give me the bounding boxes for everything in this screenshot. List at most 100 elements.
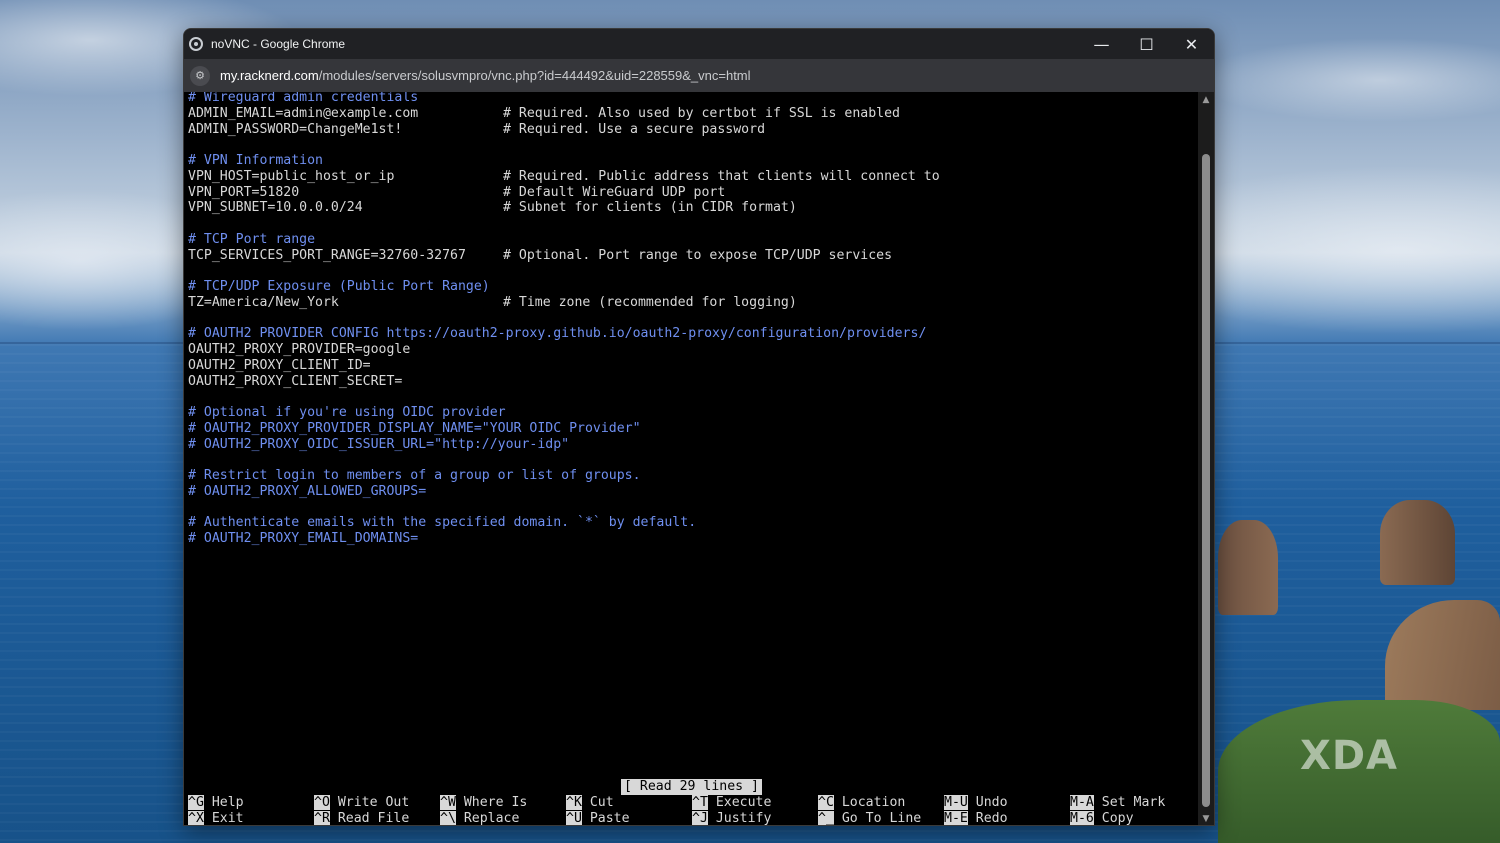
- shortcut-label: Replace: [455, 811, 520, 826]
- shortcut-write-out[interactable]: ^O Write Out: [314, 795, 409, 811]
- minimize-button[interactable]: —: [1079, 29, 1124, 59]
- shortcut-label: Copy: [1093, 811, 1134, 826]
- config-line: TCP_SERVICES_PORT_RANGE=32760-32767 # Opt…: [188, 248, 1188, 264]
- shortcut-exit[interactable]: ^X Exit: [188, 811, 244, 826]
- shortcut-key: M-6: [1070, 811, 1094, 826]
- shortcut-row: ^X Exit ^R Read File ^\ Replace ^U Paste ^J …: [188, 811, 1198, 826]
- config-line: ADMIN_PASSWORD=ChangeMe1st! # Required. U…: [188, 122, 1188, 138]
- window-controls: — ☐ ✕: [1079, 29, 1214, 59]
- config-comment-line: # TCP Port range: [188, 231, 316, 247]
- url-text[interactable]: my.racknerd.com/modules/servers/solusvmp…: [220, 68, 751, 83]
- shortcut-key: ^W: [440, 795, 456, 810]
- config-line: OAUTH2_PROXY_CLIENT_ID=: [188, 357, 371, 373]
- scroll-up-icon[interactable]: ▲: [1201, 95, 1211, 105]
- shortcut-redo[interactable]: M-E Redo: [944, 811, 1008, 826]
- shortcut-replace[interactable]: ^\ Replace: [440, 811, 520, 826]
- shortcut-key: M-A: [1070, 795, 1094, 810]
- shortcut-go-to-line[interactable]: ^_ Go To Line: [818, 811, 922, 826]
- config-key-value: VPN_HOST=public_host_or_ip: [188, 168, 395, 184]
- shortcut-where-is[interactable]: ^W Where Is: [440, 795, 527, 811]
- config-inline-comment: # Optional. Port range to expose TCP/UDP…: [503, 247, 893, 263]
- shortcut-label: Cut: [581, 795, 614, 810]
- shortcut-label: Location: [833, 795, 906, 810]
- config-line: VPN_PORT=51820 # Default WireGuard UDP po…: [188, 185, 1188, 201]
- shortcut-label: Go To Line: [833, 811, 922, 826]
- config-inline-comment: # Subnet for clients (in CIDR format): [503, 200, 797, 216]
- shortcut-label: Set Mark: [1093, 795, 1166, 810]
- shortcut-key: ^_: [818, 811, 834, 826]
- config-key-value: VPN_PORT=51820: [188, 184, 300, 200]
- shortcut-row: ^G Help ^O Write Out ^W Where Is ^K Cut ^T E…: [188, 795, 1198, 811]
- shortcut-key: M-U: [944, 795, 968, 810]
- shortcut-key: ^\: [440, 811, 456, 826]
- shortcut-label: Help: [203, 795, 244, 810]
- shortcut-set-mark[interactable]: M-A Set Mark: [1070, 795, 1165, 811]
- config-line: VPN_HOST=public_host_or_ip # Required. Pu…: [188, 169, 1188, 185]
- shortcut-help[interactable]: ^G Help: [188, 795, 244, 811]
- scroll-down-icon[interactable]: ▼: [1201, 814, 1211, 824]
- shortcut-key: ^U: [566, 811, 582, 826]
- config-comment-line: # Authenticate emails with the specified…: [188, 515, 697, 531]
- shortcut-undo[interactable]: M-U Undo: [944, 795, 1008, 811]
- scroll-thumb[interactable]: [1202, 154, 1210, 807]
- config-line: OAUTH2_PROXY_CLIENT_SECRET=: [188, 373, 403, 389]
- shortcut-read-file[interactable]: ^R Read File: [314, 811, 410, 826]
- xda-watermark-logo: XDA: [1300, 733, 1398, 779]
- config-line: OAUTH2_PROXY_PROVIDER=google: [188, 342, 411, 357]
- maximize-button[interactable]: ☐: [1124, 29, 1169, 59]
- config-key-value: VPN_SUBNET=10.0.0.0/24: [188, 200, 363, 216]
- config-line: ADMIN_EMAIL=admin@example.com # Required.…: [188, 106, 1188, 122]
- desktop-rock: [1380, 500, 1455, 585]
- config-comment-line: # VPN Information: [188, 153, 323, 168]
- config-comment-line: # OAUTH2_PROXY_ALLOWED_GROUPS=: [188, 483, 427, 499]
- config-key-value: ADMIN_PASSWORD=ChangeMe1st!: [188, 121, 403, 137]
- config-line: TZ=America/New_York # Time zone (recommen…: [188, 295, 1188, 311]
- shortcut-label: Exit: [203, 811, 244, 826]
- config-comment-line: # Optional if you're using OIDC provider: [188, 405, 506, 420]
- shortcut-copy[interactable]: M-6 Copy: [1070, 811, 1134, 826]
- config-comment-line: # OAUTH2_PROXY_OIDC_ISSUER_URL="http://y…: [188, 436, 570, 452]
- config-comment-line: # OAUTH2_PROXY_EMAIL_DOMAINS=: [188, 531, 419, 546]
- window-title: noVNC - Google Chrome: [211, 37, 346, 51]
- config-comment-line: # TCP/UDP Exposure (Public Port Range): [188, 279, 490, 294]
- config-key-value: TZ=America/New_York: [188, 294, 339, 310]
- shortcut-label: Justify: [707, 811, 772, 826]
- address-bar[interactable]: ⚙ my.racknerd.com/modules/servers/solusv…: [184, 59, 1214, 92]
- url-path: /modules/servers/solusvmpro/vnc.php?id=4…: [318, 68, 751, 83]
- shortcut-label: Undo: [967, 795, 1008, 810]
- desktop-rock: [1218, 520, 1278, 615]
- scrollbar[interactable]: ▲ ▼: [1198, 92, 1214, 825]
- shortcut-key: ^T: [692, 795, 708, 810]
- shortcut-paste[interactable]: ^U Paste: [566, 811, 630, 826]
- config-inline-comment: # Required. Public address that clients …: [503, 168, 940, 184]
- nano-editor[interactable]: [ Read 29 lines ] # Wireguard admin cred…: [184, 92, 1200, 826]
- shortcut-label: Paste: [581, 811, 630, 826]
- shortcut-key: ^J: [692, 811, 708, 826]
- config-comment-line: # Restrict login to members of a group o…: [188, 468, 641, 483]
- config-comment-line: # OAUTH2_PROXY_PROVIDER_DISPLAY_NAME="YO…: [188, 420, 641, 436]
- config-inline-comment: # Required. Also used by certbot if SSL …: [503, 105, 900, 121]
- config-key-value: TCP_SERVICES_PORT_RANGE=32760-32767: [188, 247, 466, 263]
- window-titlebar[interactable]: noVNC - Google Chrome — ☐ ✕: [184, 29, 1214, 59]
- config-inline-comment: # Required. Use a secure password: [503, 121, 766, 137]
- shortcut-label: Redo: [967, 811, 1008, 826]
- url-host: my.racknerd.com: [220, 68, 319, 83]
- browser-window: noVNC - Google Chrome — ☐ ✕ ⚙ my.rackner…: [183, 28, 1215, 826]
- chrome-icon: [189, 37, 203, 51]
- shortcut-label: Read File: [329, 811, 410, 826]
- config-inline-comment: # Default WireGuard UDP port: [503, 184, 726, 200]
- shortcut-key: ^O: [314, 795, 330, 810]
- shortcut-execute[interactable]: ^T Execute: [692, 795, 771, 811]
- site-info-icon[interactable]: ⚙: [190, 65, 210, 86]
- shortcut-label: Write Out: [329, 795, 410, 810]
- shortcut-justify[interactable]: ^J Justify: [692, 811, 772, 826]
- close-button[interactable]: ✕: [1169, 29, 1214, 59]
- config-comment-line: # Wireguard admin credentials: [188, 92, 419, 105]
- status-message: [ Read 29 lines ]: [621, 779, 762, 795]
- shortcut-label: Where Is: [455, 795, 528, 810]
- config-comment-line: # OAUTH2 PROVIDER CONFIG https://oauth2-…: [188, 326, 927, 342]
- config-key-value: ADMIN_EMAIL=admin@example.com: [188, 105, 419, 121]
- shortcut-location[interactable]: ^C Location: [818, 795, 905, 811]
- shortcut-cut[interactable]: ^K Cut: [566, 795, 614, 811]
- shortcut-key: ^G: [188, 795, 204, 810]
